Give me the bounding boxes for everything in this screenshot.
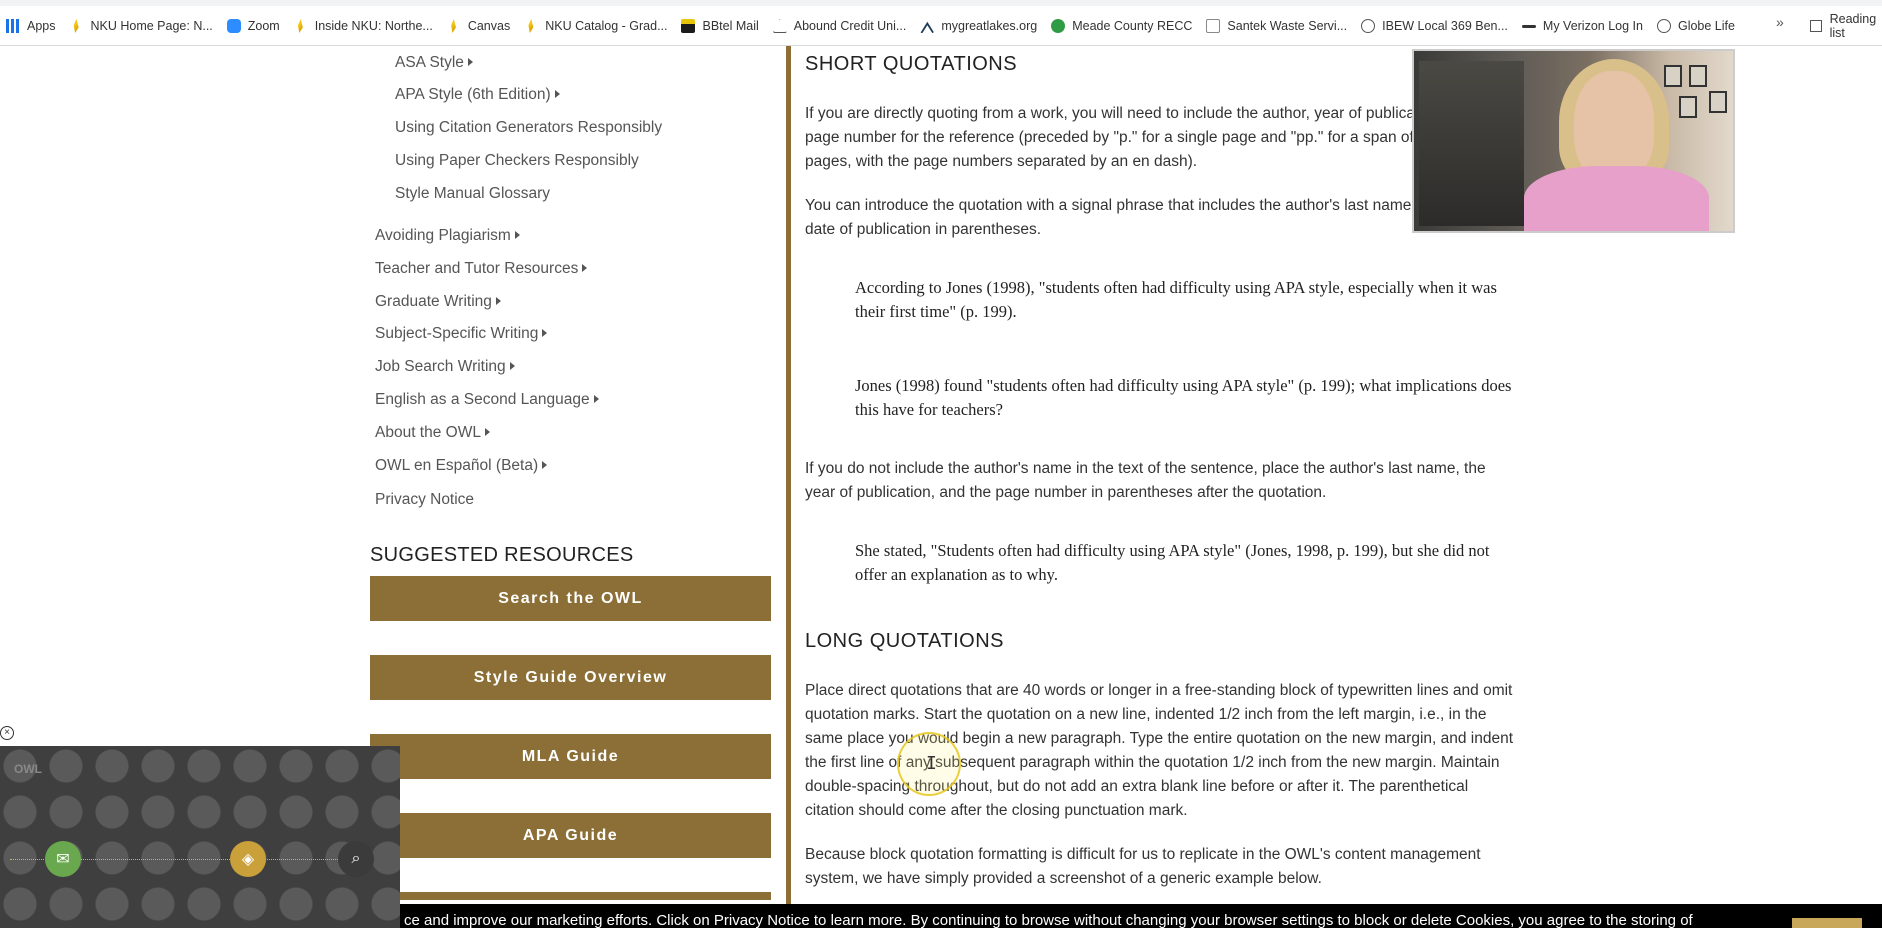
bookmark-inside-nku[interactable]: Inside NKU: Northe... [288,14,441,38]
sidebar-item-teacher-resources[interactable]: Teacher and Tutor Resources [375,260,588,278]
address-bar-edge [0,0,1882,6]
sidebar-item-graduate-writing[interactable]: Graduate Writing [375,293,501,311]
owl-logo: OWL [14,762,42,776]
bookmark-apps[interactable]: Apps [0,14,64,38]
sidebar-item-esl[interactable]: English as a Second Language [375,391,599,409]
verizon-icon [1521,24,1536,28]
text-cursor-icon: I [926,753,937,774]
globe-icon [1361,19,1376,33]
nku-icon [73,19,79,33]
bookmarks-bar: Apps NKU Home Page: N... Zoom Inside NKU… [0,0,1882,46]
caret-right-icon [542,329,548,337]
caret-right-icon [495,297,501,305]
caret-right-icon [593,395,599,403]
sidebar-subitem-asa-style[interactable]: ASA Style [395,54,473,72]
webcam-wall-frame [1664,65,1682,87]
diamond-nav-icon[interactable]: ◈ [230,841,266,877]
bookmark-abound[interactable]: Abound Credit Uni... [767,14,915,38]
bookmark-mygreatlakes[interactable]: mygreatlakes.org [914,14,1045,38]
document-icon [1206,19,1221,33]
sidebar-subitem-style-glossary[interactable]: Style Manual Glossary [395,185,550,203]
bookmark-bbtel-mail[interactable]: BBtel Mail [675,14,766,38]
quote-example-2: Jones (1998) found "students often had d… [855,376,1512,419]
reading-list-icon [1810,20,1822,32]
bookmark-globe-life[interactable]: Globe Life [1651,14,1743,38]
bookmark-santek[interactable]: Santek Waste Servi... [1200,14,1355,38]
webcam-person-face [1574,71,1654,181]
webcam-bookshelf [1419,61,1524,226]
long-quotations-paragraph-2: Because block quotation formatting is di… [805,846,1481,887]
bookmark-zoom[interactable]: Zoom [221,14,288,38]
sidebar-subitem-apa-style[interactable]: APA Style (6th Edition) [395,86,560,104]
bookmark-ibew[interactable]: IBEW Local 369 Ben... [1355,14,1516,38]
cookie-accept-button[interactable] [1792,918,1862,928]
content-divider [786,46,791,928]
caret-right-icon [514,231,520,239]
quote-example-3: She stated, "Students often had difficul… [855,541,1490,584]
bookmark-verizon[interactable]: My Verizon Log In [1516,14,1651,38]
sidebar-item-about-owl[interactable]: About the OWL [375,424,490,442]
mygreatlakes-icon [920,21,935,33]
bookmark-nku-catalog[interactable]: NKU Catalog - Grad... [518,14,675,38]
sidebar-item-job-search[interactable]: Job Search Writing [375,358,515,376]
style-guide-overview-button[interactable]: Style Guide Overview [370,655,771,700]
abound-icon [772,19,787,33]
sidebar-item-avoiding-plagiarism[interactable]: Avoiding Plagiarism [375,227,520,245]
apps-grid-icon [6,19,20,33]
nku-icon [451,19,456,33]
sidebar-item-subject-specific[interactable]: Subject-Specific Writing [375,325,548,343]
owl-toolbar-panel [0,746,400,928]
long-quotations-heading: LONG QUOTATIONS [805,630,1004,652]
cookie-banner: ce and improve our marketing efforts. Cl… [400,904,1882,928]
bookmark-canvas[interactable]: Canvas [441,14,518,38]
webcam-wall-frame [1709,91,1727,113]
bookmark-meade-county[interactable]: Meade County RECC [1045,14,1200,38]
bookmark-nku-home[interactable]: NKU Home Page: N... [64,14,221,38]
reading-list-button[interactable]: Reading list [1810,12,1882,40]
sidebar-subitem-paper-checkers[interactable]: Using Paper Checkers Responsibly [395,152,639,170]
suggested-resources-heading: SUGGESTED RESOURCES [370,544,634,566]
short-quotations-paragraph-3: If you do not include the author's name … [805,460,1486,501]
nku-icon [528,19,534,33]
bbtel-icon [681,19,696,33]
mla-guide-button[interactable]: MLA Guide [370,734,771,779]
sidebar-subitem-citation-generators[interactable]: Using Citation Generators Responsibly [395,119,662,137]
webcam-video-overlay[interactable] [1412,49,1735,233]
meade-icon [1051,19,1066,33]
nku-icon [297,19,303,33]
bookmarks-list: Apps NKU Home Page: N... Zoom Inside NKU… [0,14,1743,38]
webcam-wall-frame [1679,96,1697,118]
caret-right-icon [484,428,490,436]
quote-example-1: According to Jones (1998), "students oft… [855,278,1497,321]
resource-button-partial[interactable] [370,892,771,900]
caret-right-icon [467,58,473,66]
zoom-icon [226,19,241,33]
caret-right-icon [509,362,515,370]
caret-right-icon [542,461,548,469]
short-quotations-heading: SHORT QUOTATIONS [805,53,1018,75]
sidebar-item-privacy-notice[interactable]: Privacy Notice [375,491,474,509]
caret-right-icon [554,90,560,98]
owl-panel-close-icon[interactable]: × [0,726,14,740]
search-the-owl-button[interactable]: Search the OWL [370,576,771,621]
caret-right-icon [582,264,588,272]
webcam-wall-frame [1689,65,1707,87]
apa-guide-button[interactable]: APA Guide [370,813,771,858]
chat-bubbles-icon[interactable]: ✉ [45,841,81,877]
webcam-person-body [1524,166,1709,231]
sidebar-item-owl-espanol[interactable]: OWL en Español (Beta) [375,457,548,475]
bookmarks-overflow-button[interactable]: » [1776,14,1784,30]
globe-icon [1656,19,1671,33]
search-icon[interactable]: ⌕ [338,841,374,877]
cookie-banner-text: ce and improve our marketing efforts. Cl… [404,912,1693,928]
